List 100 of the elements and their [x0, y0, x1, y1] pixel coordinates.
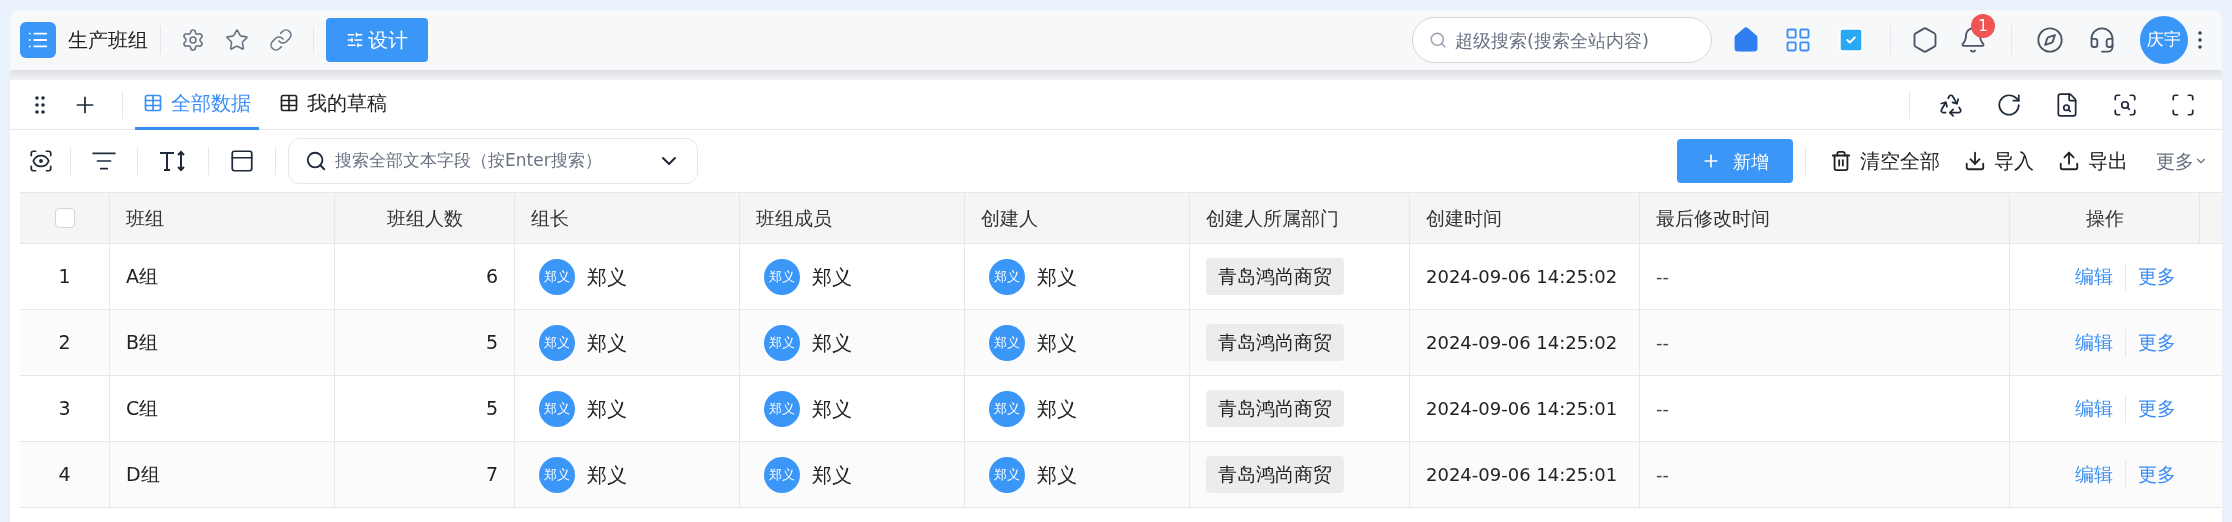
person-name: 郑义	[587, 461, 627, 489]
person-name: 郑义	[587, 329, 627, 357]
toolbar-action[interactable]: 清空全部	[1830, 146, 1940, 176]
select-all-checkbox[interactable]	[54, 208, 75, 228]
user-avatar: 郑义	[539, 324, 575, 361]
table-cell-text: --	[1656, 397, 1669, 421]
table-cell-text: 2024-09-06 14:25:01	[1426, 463, 1618, 487]
person-name: 郑义	[812, 395, 852, 423]
row-number: 4	[58, 462, 71, 488]
person-name: 郑义	[812, 461, 852, 489]
table-search-field[interactable]: 搜索全部文本字段（按Enter搜索）	[335, 148, 649, 174]
row-height-icon[interactable]	[158, 148, 188, 174]
column-header: 班组成员	[756, 205, 832, 231]
import-icon	[1964, 150, 1986, 172]
design-button[interactable]: 设计	[326, 18, 428, 62]
table-cell-text: 5	[485, 396, 498, 422]
table-cell-text: 2024-09-06 14:25:01	[1426, 397, 1618, 421]
row-action-link[interactable]: 编辑	[2075, 262, 2113, 291]
department-tag: 青岛鸿尚商贸	[1206, 390, 1344, 427]
user-avatar: 郑义	[989, 324, 1025, 361]
notification-badge: 1	[1971, 14, 1995, 38]
table-cell-text: A组	[126, 264, 158, 290]
department-tag: 青岛鸿尚商贸	[1206, 258, 1344, 295]
row-number: 3	[58, 396, 71, 422]
person-name: 郑义	[812, 329, 852, 357]
person-name: 郑义	[1037, 461, 1077, 489]
global-search-bar[interactable]: 超级搜索(搜索全站内容)	[1412, 17, 1712, 63]
global-search-field[interactable]: 超级搜索(搜索全站内容)	[1455, 26, 1695, 54]
settings-icon[interactable]	[181, 28, 205, 52]
table-search-bar[interactable]: 搜索全部文本字段（按Enter搜索）	[288, 138, 698, 184]
column-header: 班组	[126, 205, 164, 231]
user-avatar: 郑义	[989, 390, 1025, 427]
column-header: 最后修改时间	[1656, 205, 1770, 231]
row-action-link[interactable]: 更多	[2138, 328, 2176, 357]
hexagon-icon[interactable]	[1911, 26, 1939, 54]
person-name: 郑义	[587, 263, 627, 291]
user-avatar: 郑义	[764, 390, 800, 427]
menu-icon[interactable]	[20, 22, 56, 58]
row-action-link[interactable]: 编辑	[2075, 394, 2113, 423]
star-icon[interactable]	[225, 28, 249, 52]
home-icon[interactable]	[1732, 26, 1760, 54]
department-tag: 青岛鸿尚商贸	[1206, 324, 1344, 361]
table-cell-text: --	[1656, 331, 1669, 355]
user-avatar: 郑义	[539, 456, 575, 493]
search-icon	[1429, 30, 1448, 50]
view-icon[interactable]	[28, 148, 54, 174]
link-icon[interactable]	[269, 28, 293, 52]
person-name: 郑义	[1037, 263, 1077, 291]
row-number: 2	[58, 330, 71, 356]
column-header: 组长	[531, 205, 569, 231]
user-avatar[interactable]: 庆宇	[2140, 16, 2188, 64]
user-avatar: 郑义	[539, 390, 575, 427]
row-action-link[interactable]: 更多	[2138, 262, 2176, 291]
table-cell-text: 5	[485, 330, 498, 356]
row-action-link[interactable]: 更多	[2138, 460, 2176, 489]
row-action-link[interactable]: 更多	[2138, 394, 2176, 423]
column-header: 创建人所属部门	[1206, 205, 1339, 231]
user-avatar: 郑义	[989, 456, 1025, 493]
column-header: 操作	[2085, 205, 2124, 231]
app-title: 生产班组	[68, 27, 148, 54]
table-cell-text: 7	[485, 462, 498, 488]
table-cell-text: 6	[485, 264, 498, 290]
table-icon	[143, 93, 163, 113]
user-avatar: 郑义	[764, 324, 800, 361]
fullscreen-icon[interactable]	[2170, 91, 2196, 118]
file-search-icon[interactable]	[2054, 91, 2080, 118]
list-search-icon[interactable]	[2112, 91, 2138, 118]
table-cell-text: D组	[126, 462, 160, 488]
task-icon[interactable]	[1836, 25, 1866, 55]
person-name: 郑义	[587, 395, 627, 423]
add-button[interactable]: 新增	[1677, 139, 1793, 183]
row-action-link[interactable]: 编辑	[2075, 328, 2113, 357]
person-name: 郑义	[1037, 329, 1077, 357]
view-tab[interactable]: 我的草稿	[271, 79, 395, 130]
department-tag: 青岛鸿尚商贸	[1206, 456, 1344, 493]
table-cell-text: C组	[126, 396, 159, 422]
refresh-icon[interactable]	[1996, 91, 2022, 118]
sliders-icon	[346, 31, 364, 49]
table-icon	[279, 93, 299, 113]
toolbar-action[interactable]: 导出	[2058, 146, 2128, 176]
table-cell-text: --	[1656, 463, 1669, 487]
more-menu[interactable]: 更多	[2156, 146, 2208, 176]
support-icon[interactable]	[2088, 26, 2116, 54]
person-name: 郑义	[812, 263, 852, 291]
table-cell-text: B组	[126, 330, 159, 356]
row-number: 1	[58, 264, 71, 290]
recycle-icon[interactable]	[1938, 91, 1964, 118]
row-action-link[interactable]: 编辑	[2075, 460, 2113, 489]
user-avatar: 郑义	[764, 456, 800, 493]
export-icon	[2058, 150, 2080, 172]
trash-icon	[1830, 150, 1852, 172]
column-header: 创建人	[981, 205, 1038, 231]
toolbar-action[interactable]: 导入	[1964, 146, 2034, 176]
compass-icon[interactable]	[2036, 26, 2064, 54]
view-tab[interactable]: 全部数据	[135, 79, 259, 130]
user-avatar: 郑义	[989, 258, 1025, 295]
layout-icon[interactable]	[229, 148, 255, 174]
apps-icon[interactable]	[1784, 26, 1812, 54]
search-icon	[305, 150, 327, 172]
table-cell-text: 2024-09-06 14:25:02	[1426, 265, 1618, 289]
